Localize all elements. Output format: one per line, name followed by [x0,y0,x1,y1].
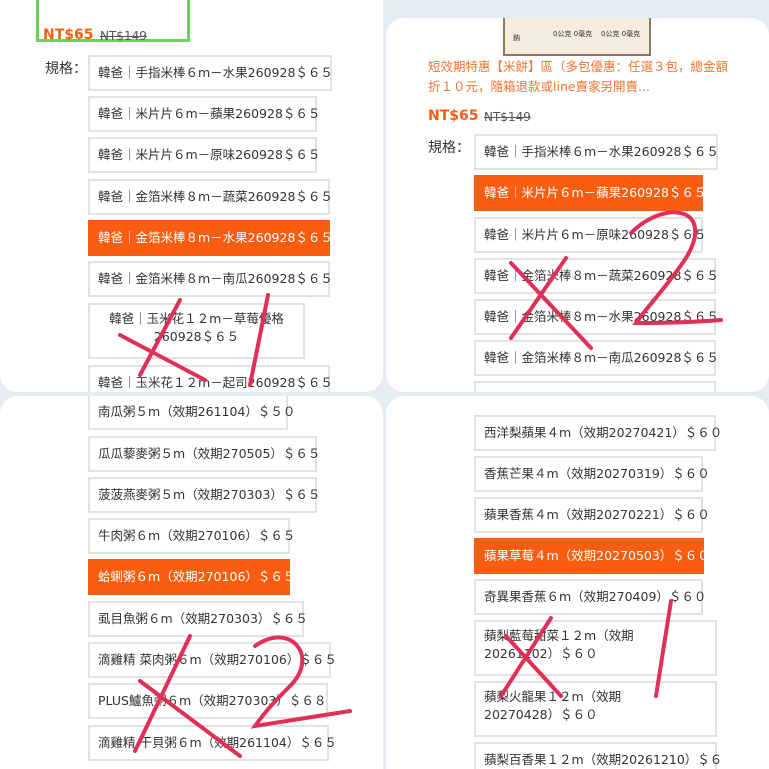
spec-option[interactable]: 牛肉粥６m（效期270106）＄６５ [88,518,295,554]
product-panel-fruit-puree: 西洋梨蘋果４m（效期20270421）＄６０ 香蕉芒果４m（效期20270319… [386,396,769,769]
spec-option-partial[interactable] [474,381,716,392]
spec-option[interactable]: 韓爸｜金箔米棒８m－南瓜260928＄６５ [474,340,719,376]
spec-option[interactable]: PLUS鱸魚粥６m（效期270303）＄６８ [88,683,328,719]
spec-option[interactable]: 瓜瓜藜麥粥５m（效期270505）＄６５ [88,436,320,472]
spec-option-selected[interactable]: 韓爸｜米片片６m－蘋果260928＄６５ [474,175,706,211]
spec-option[interactable]: 奇異果香蕉６m（效期270409）＄６０ [474,579,706,615]
spec-option[interactable]: 香蕉芒果４m（效期20270319）＄６０ [474,456,710,492]
product-panel-rice-snacks-a: NT$65 NT$149 規格： 韓爸｜手指米棒６m－水果260928＄６５ 韓… [0,0,383,392]
spec-option[interactable]: 韓爸｜金箔米棒８m－蔬菜260928＄６５ [474,258,719,294]
spec-option[interactable]: 韓爸｜手指米棒６m－水果260928＄６５ [474,134,719,170]
spec-option[interactable]: 虱目魚粥６m（效期270303）＄６５ [88,601,308,637]
spec-option[interactable]: 韓爸｜手指米棒６m－水果260928＄６５ [88,55,333,91]
spec-option[interactable]: 蘋梨火龍果１２m（效期20270428）＄６０ [474,681,717,737]
product-panel-rice-snacks-b: 鈉 0公克 0毫克 0公克 0毫克 短效期特惠【米餅】區（多包優惠：任選３包，總… [386,18,769,392]
spec-option[interactable]: 韓爸｜米片片６m－原味260928＄６５ [474,217,706,253]
spec-option[interactable]: 南瓜粥５m（效期261104）＄５０ [88,396,295,430]
spec-option[interactable]: 蘋梨百香果１２m（效期20261210）＄６ [474,742,722,769]
spec-option[interactable]: 滴雞精 干貝粥６m（效期261104）＄６５ [88,725,337,761]
spec-option[interactable]: 韓爸｜玉米花１２m－起司260928＄６５ [88,365,333,392]
spec-option[interactable]: 韓爸｜金箔米棒８m－南瓜260928＄６５ [88,261,333,297]
spec-option-selected[interactable]: 蘋果草莓４m（效期20270503）＄６０ [474,538,710,574]
original-price: NT$149 [484,110,531,124]
price: NT$65 [43,27,94,43]
spec-option[interactable]: 韓爸｜米片片６m－原味260928＄６５ [88,137,320,173]
product-panel-porridge: 南瓜粥５m（效期261104）＄５０ 瓜瓜藜麥粥５m（效期270505）＄６５ … [0,396,383,769]
spec-label: 規格： [45,61,87,77]
spec-option[interactable]: 滴雞精 菜肉粥６m（效期270106）＄６５ [88,642,337,678]
original-price: NT$149 [100,29,147,43]
spec-option-selected[interactable]: 韓爸｜金箔米棒８m－水果260928＄６５ [88,220,333,256]
spec-option[interactable]: 韓爸｜金箔米棒８m－水果260928＄６５ [474,299,719,335]
spec-option[interactable]: 韓爸｜玉米花１２m－草莓優格 260928＄６５ [88,303,305,359]
price: NT$65 [428,108,479,124]
spec-option[interactable]: 蘋果香蕉４m（效期20270221）＄６０ [474,497,710,533]
spec-option[interactable]: 西洋梨蘋果４m（效期20270421）＄６０ [474,415,722,451]
spec-option[interactable]: 韓爸｜金箔米棒８m－蔬菜260928＄６５ [88,179,333,215]
nutrition-label-image: 鈉 0公克 0毫克 0公克 0毫克 [503,18,651,56]
promo-description: 短效期特惠【米餅】區（多包優惠：任選３包，總金額折１０元，隨箱退款或line賣家… [428,59,729,94]
spec-option[interactable]: 菠菠燕麥粥５m（效期270303）＄６５ [88,477,320,513]
spec-option[interactable]: 韓爸｜米片片６m－蘋果260928＄６５ [88,96,320,132]
spec-option-selected[interactable]: 蛤蜊粥６m（效期270106）＄６５ [88,559,295,595]
spec-option[interactable]: 蘋梨藍莓甜菜１２m（效期20261102）＄６０ [474,620,717,676]
spec-label: 規格： [428,140,470,156]
